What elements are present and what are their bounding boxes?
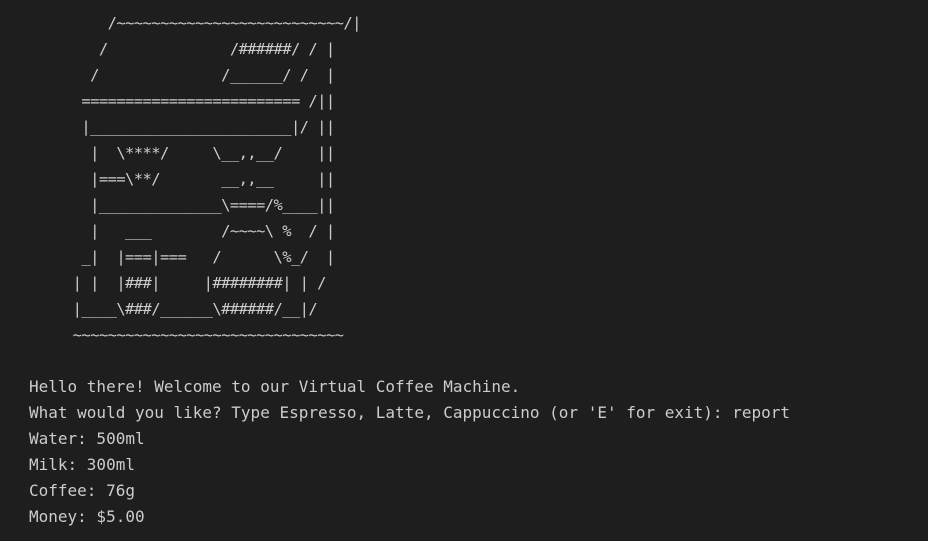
water-report: Water: 500ml — [29, 429, 145, 448]
money-report: Money: $5.00 — [29, 507, 145, 526]
greeting-line: Hello there! Welcome to our Virtual Coff… — [29, 377, 521, 396]
terminal-output: Hello there! Welcome to our Virtual Coff… — [29, 374, 790, 530]
user-input-text: report — [732, 403, 790, 422]
coffee-machine-ascii-art: /~~~~~~~~~~~~~~~~~~~~~~~~~~/| / /######/… — [72, 14, 362, 344]
terminal-window[interactable]: /~~~~~~~~~~~~~~~~~~~~~~~~~~/| / /######/… — [0, 0, 928, 541]
milk-report: Milk: 300ml — [29, 455, 135, 474]
coffee-report: Coffee: 76g — [29, 481, 135, 500]
prompt-line: What would you like? Type Espresso, Latt… — [29, 400, 790, 426]
prompt-text: What would you like? Type Espresso, Latt… — [29, 403, 733, 422]
